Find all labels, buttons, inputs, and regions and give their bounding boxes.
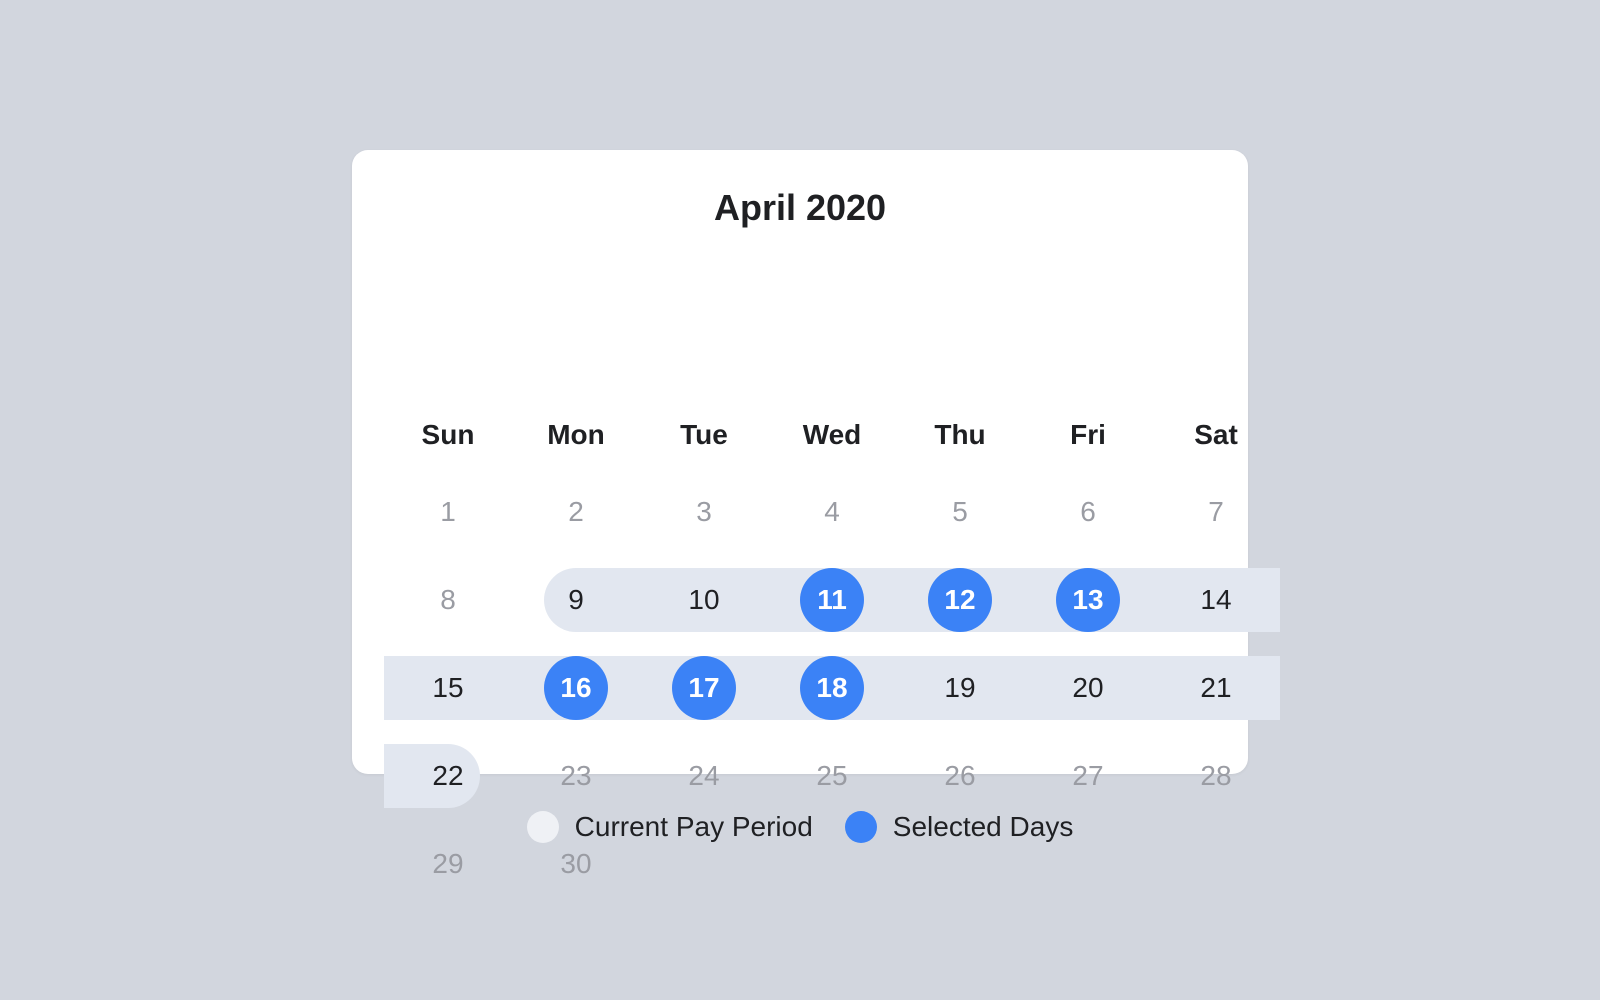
legend-label-pay-period: Current Pay Period	[574, 811, 813, 842]
day-2[interactable]: 2	[512, 480, 640, 544]
selected-day-number: 13	[1056, 568, 1120, 632]
selected-day-number: 18	[800, 656, 864, 720]
day-number: 15	[432, 672, 464, 703]
day-3[interactable]: 3	[640, 480, 768, 544]
day-6[interactable]: 6	[1024, 480, 1152, 544]
day-8[interactable]: 8	[384, 568, 512, 632]
day-16[interactable]: 16	[512, 656, 640, 720]
day-21[interactable]: 21	[1152, 656, 1280, 720]
day-number: 27	[1072, 760, 1104, 791]
day-14[interactable]: 14	[1152, 568, 1280, 632]
day-number: 9	[568, 584, 584, 615]
day-19[interactable]: 19	[896, 656, 1024, 720]
day-11[interactable]: 11	[768, 568, 896, 632]
day-13[interactable]: 13	[1024, 568, 1152, 632]
day-10[interactable]: 10	[640, 568, 768, 632]
day-number: 20	[1072, 672, 1104, 703]
day-20[interactable]: 20	[1024, 656, 1152, 720]
day-number: 24	[688, 760, 720, 791]
legend-item-selected: Selected Days	[844, 811, 1074, 843]
day-26[interactable]: 26	[896, 744, 1024, 808]
day-number: 19	[944, 672, 976, 703]
day-18[interactable]: 18	[768, 656, 896, 720]
day-4[interactable]: 4	[768, 480, 896, 544]
day-number: 6	[1080, 496, 1096, 527]
legend-item-pay-period: Current Pay Period	[526, 811, 813, 843]
legend: Current Pay Period Selected Days	[0, 805, 1600, 849]
calendar-grid: 1 2 3 4 5 6 7 8 9 10 11 12 13 14 15 16 17 18 19 20 21 22 23 24 2…	[384, 150, 1280, 879]
day-number: 23	[560, 760, 592, 791]
day-number: 1	[440, 496, 456, 527]
day-24[interactable]: 24	[640, 744, 768, 808]
day-22[interactable]: 22	[384, 744, 512, 808]
day-number: 26	[944, 760, 976, 791]
day-9[interactable]: 9	[512, 568, 640, 632]
day-number: 5	[952, 496, 968, 527]
pay-period-swatch	[526, 811, 559, 843]
day-27[interactable]: 27	[1024, 744, 1152, 808]
day-12[interactable]: 12	[896, 568, 1024, 632]
day-25[interactable]: 25	[768, 744, 896, 808]
day-number: 2	[568, 496, 584, 527]
day-1[interactable]: 1	[384, 480, 512, 544]
day-number: 4	[824, 496, 840, 527]
day-28[interactable]: 28	[1152, 744, 1280, 808]
day-number: 10	[688, 584, 720, 615]
selected-day-number: 16	[544, 656, 608, 720]
day-23[interactable]: 23	[512, 744, 640, 808]
calendar-card: April 2020 Sun Mon Tue Wed Thu Fri Sat 1234567…	[352, 150, 1280, 879]
legend-label-selected: Selected Days	[892, 811, 1074, 842]
day-7[interactable]: 7	[1152, 480, 1280, 544]
day-number: 22	[432, 760, 464, 791]
day-5[interactable]: 5	[896, 480, 1024, 544]
day-number: 8	[440, 584, 456, 615]
selected-day-number: 11	[800, 568, 864, 632]
selected-day-number: 17	[672, 656, 736, 720]
selected-days-swatch	[844, 811, 877, 843]
day-15[interactable]: 15	[384, 656, 512, 720]
day-number: 7	[1208, 496, 1224, 527]
day-17[interactable]: 17	[640, 656, 768, 720]
day-number: 21	[1200, 672, 1232, 703]
day-number: 3	[696, 496, 712, 527]
day-number: 28	[1200, 760, 1232, 791]
day-number: 25	[816, 760, 848, 791]
selected-day-number: 12	[928, 568, 992, 632]
day-number: 14	[1200, 584, 1232, 615]
